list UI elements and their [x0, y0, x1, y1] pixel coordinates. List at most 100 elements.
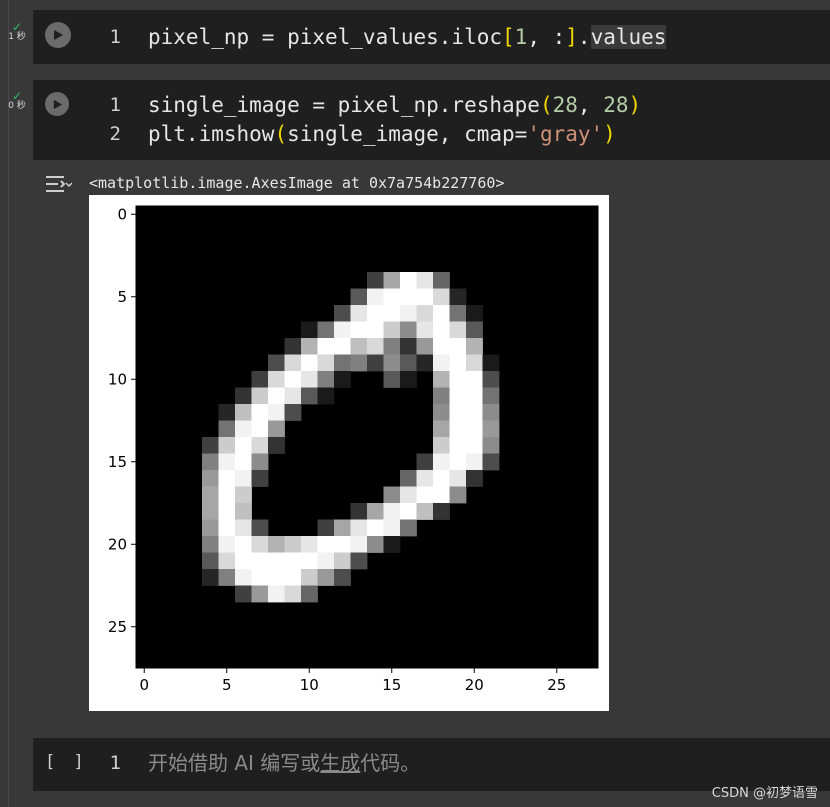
- image-pixel: [218, 503, 236, 520]
- image-pixel: [449, 371, 467, 388]
- code-line[interactable]: single_image = pixel_np.reshape(28, 28): [148, 91, 641, 119]
- image-pixel: [284, 338, 302, 355]
- image-pixel: [449, 437, 467, 454]
- image-pixel: [400, 371, 417, 388]
- image-pixel: [218, 536, 236, 553]
- output-toggle-icon[interactable]: [44, 173, 73, 195]
- image-pixel: [482, 453, 500, 471]
- image-pixel: [367, 305, 384, 322]
- image-pixel: [251, 569, 269, 586]
- image-pixel: [268, 420, 285, 438]
- line-number: 1: [109, 26, 121, 48]
- image-pixel: [367, 503, 384, 520]
- ai-placeholder[interactable]: 开始借助 AI 编写或生成代码。: [148, 749, 420, 777]
- image-pixel: [416, 354, 434, 372]
- image-pixel: [482, 420, 500, 438]
- image-pixel: [433, 453, 450, 471]
- image-pixel: [218, 552, 236, 570]
- image-pixel: [433, 272, 450, 289]
- image-pixel: [433, 321, 450, 339]
- cell-1-status: ✓ 1 秒: [4, 21, 30, 42]
- image-pixel: [449, 305, 467, 322]
- image-pixel: [466, 453, 483, 471]
- image-pixel: [317, 338, 335, 355]
- image-pixel: [334, 569, 351, 586]
- image-pixel: [383, 486, 401, 504]
- image-pixel: [466, 354, 483, 372]
- imshow-chart: 0 5 10 15 20 25 0 5 10 15 20 25: [108, 205, 599, 694]
- line-number: 1: [109, 752, 121, 774]
- image-pixel: [367, 519, 384, 537]
- image-pixel: [235, 569, 252, 586]
- image-pixel: [400, 470, 417, 487]
- image-pixel: [433, 387, 450, 405]
- run-cell-2-button[interactable]: [45, 92, 69, 116]
- image-pixel: [400, 272, 417, 289]
- y-tick-label: 25: [108, 618, 127, 636]
- code-line[interactable]: plt.imshow(single_image, cmap='gray'): [148, 120, 616, 148]
- output-repr: <matplotlib.image.AxesImage at 0x7a754b2…: [89, 174, 505, 192]
- image-pixel: [400, 519, 417, 537]
- image-pixel: [433, 371, 450, 388]
- image-pixel: [218, 486, 236, 504]
- image-pixel: [235, 503, 252, 520]
- image-pixel: [449, 338, 467, 355]
- image-pixel: [383, 305, 401, 322]
- line-number: 1: [109, 94, 121, 116]
- empty-code-cell[interactable]: [ ] 1 开始借助 AI 编写或生成代码。: [33, 738, 830, 791]
- line-number: 2: [109, 123, 121, 145]
- image-pixel: [466, 404, 483, 421]
- image-pixel: [235, 404, 252, 421]
- image-pixel: [218, 519, 236, 537]
- image-pixel: [400, 486, 417, 504]
- image-pixel: [317, 552, 335, 570]
- image-pixel: [251, 552, 269, 570]
- image-pixel: [334, 371, 351, 388]
- image-pixel: [202, 453, 219, 471]
- image-pixel: [466, 420, 483, 438]
- code-cell-1[interactable]: 1 pixel_np = pixel_values.iloc[1, :].val…: [33, 10, 830, 64]
- image-pixel: [235, 437, 252, 454]
- image-pixel: [466, 470, 483, 487]
- image-pixel: [251, 453, 269, 471]
- image-pixel: [400, 288, 417, 306]
- y-tick-label: 15: [108, 453, 127, 471]
- image-pixel: [251, 585, 269, 603]
- run-cell-1-button[interactable]: [45, 22, 71, 48]
- image-pixel: [284, 371, 302, 388]
- image-pixel: [367, 536, 384, 553]
- image-pixel: [301, 354, 318, 372]
- image-pixel: [449, 404, 467, 421]
- image-pixel: [301, 552, 318, 570]
- image-pixel: [334, 519, 351, 537]
- image-pixel: [251, 387, 269, 405]
- code-line[interactable]: pixel_np = pixel_values.iloc[1, :].value…: [148, 23, 667, 51]
- image-pixel: [235, 387, 252, 405]
- image-pixel: [235, 536, 252, 553]
- x-tick-label: 15: [382, 676, 401, 694]
- code-cell-2[interactable]: 1 single_image = pixel_np.reshape(28, 28…: [33, 80, 830, 160]
- image-pixel: [350, 305, 368, 322]
- image-pixel: [218, 437, 236, 454]
- image-pixel: [482, 387, 500, 405]
- image-pixel: [400, 354, 417, 372]
- image-pixel: [268, 404, 285, 421]
- image-pixel: [251, 536, 269, 553]
- image-pixel: [449, 486, 467, 504]
- image-pixel: [317, 569, 335, 586]
- placeholder-prefix: 开始借助 AI 编写或: [148, 751, 321, 775]
- image-pixel: [383, 288, 401, 306]
- y-tick-label: 20: [108, 535, 127, 553]
- image-pixel: [449, 453, 467, 471]
- cell-brackets: [ ]: [45, 752, 88, 772]
- generate-link[interactable]: 生成: [320, 751, 360, 775]
- image-pixel: [334, 354, 351, 372]
- x-tick-label: 0: [139, 676, 149, 694]
- image-pixel: [202, 552, 219, 570]
- image-pixel: [284, 536, 302, 553]
- image-pixel: [301, 371, 318, 388]
- x-tick-label: 25: [547, 676, 566, 694]
- image-pixel: [383, 519, 401, 537]
- image-pixel: [433, 470, 450, 487]
- image-pixel: [268, 585, 285, 603]
